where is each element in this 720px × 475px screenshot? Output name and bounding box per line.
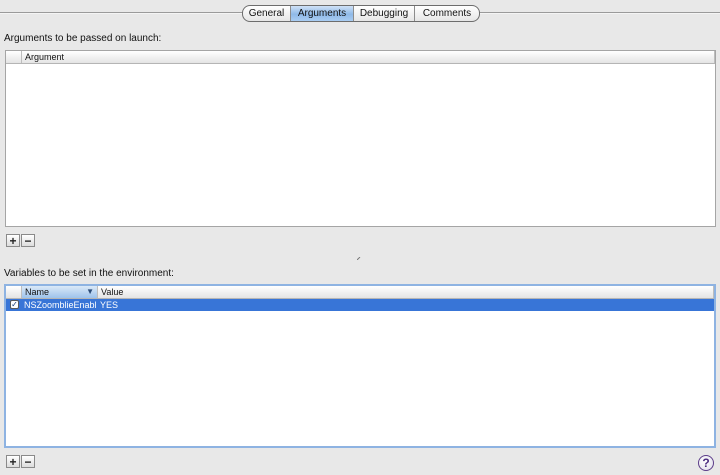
- environment-checkbox-column-header: [6, 286, 22, 298]
- environment-table-header: Name ▼ Value: [6, 286, 714, 299]
- environment-add-remove-buttons: + −: [6, 455, 36, 468]
- add-variable-button[interactable]: +: [6, 455, 20, 468]
- help-icon: ?: [702, 456, 710, 470]
- environment-section-label: Variables to be set in the environment:: [4, 268, 174, 279]
- tab-arguments[interactable]: Arguments: [290, 6, 353, 21]
- tab-comments[interactable]: Comments: [414, 6, 479, 21]
- remove-argument-button[interactable]: −: [21, 234, 35, 247]
- row-enabled-checkbox[interactable]: ✓: [10, 300, 19, 309]
- row-enabled-cell: ✓: [6, 299, 22, 311]
- splitter-handle-icon[interactable]: [357, 257, 361, 260]
- arguments-section-label: Arguments to be passed on launch:: [4, 33, 162, 44]
- arguments-checkbox-column-header: [6, 51, 22, 63]
- environment-table[interactable]: Name ▼ Value ✓ NSZoomblieEnabl YES: [4, 284, 716, 448]
- tab-bar: General Arguments Debugging Comments: [242, 5, 480, 22]
- help-button[interactable]: ?: [698, 455, 714, 471]
- tab-general[interactable]: General: [243, 6, 290, 21]
- variable-value-cell[interactable]: YES: [98, 299, 714, 311]
- argument-column-header[interactable]: Argument: [22, 51, 715, 63]
- remove-variable-button[interactable]: −: [21, 455, 35, 468]
- table-row[interactable]: ✓ NSZoomblieEnabl YES: [6, 299, 714, 311]
- arguments-table-header: Argument: [6, 51, 715, 64]
- arguments-add-remove-buttons: + −: [6, 234, 36, 247]
- variable-name-cell[interactable]: NSZoomblieEnabl: [22, 299, 98, 311]
- sort-descending-icon: ▼: [86, 287, 94, 296]
- check-icon: ✓: [11, 300, 18, 309]
- tab-debugging[interactable]: Debugging: [353, 6, 414, 21]
- name-column-header[interactable]: Name ▼: [22, 286, 98, 298]
- name-column-label: Name: [25, 287, 50, 297]
- add-argument-button[interactable]: +: [6, 234, 20, 247]
- arguments-table[interactable]: Argument: [5, 50, 716, 227]
- value-column-header[interactable]: Value: [98, 286, 714, 298]
